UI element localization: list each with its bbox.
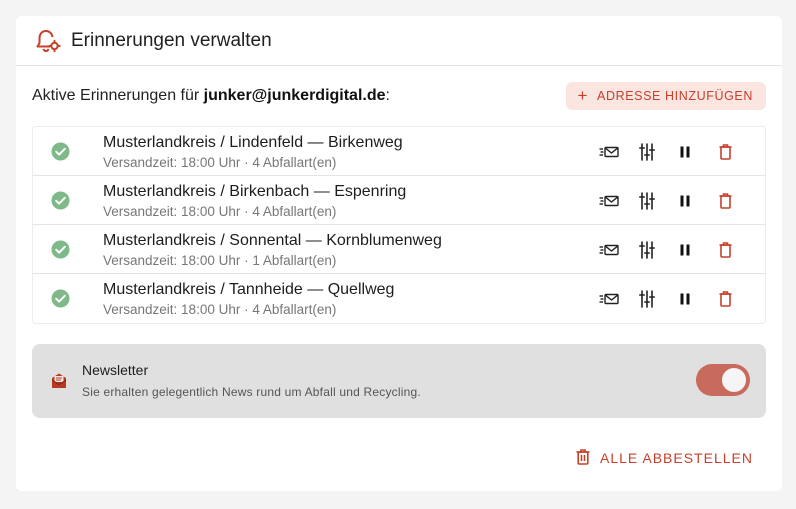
check-circle-icon [51, 240, 70, 259]
newsletter-panel: Newsletter Sie erhalten gelegentlich New… [32, 344, 766, 418]
settings-sliders-icon[interactable] [639, 240, 679, 260]
send-mail-icon[interactable] [599, 191, 639, 211]
trash-icon[interactable] [719, 289, 759, 309]
check-circle-icon [51, 289, 70, 308]
list-item: Musterlandkreis / Sonnental — Kornblumen… [33, 225, 765, 274]
trash-icon[interactable] [719, 142, 759, 162]
settings-sliders-icon[interactable] [639, 191, 679, 211]
pause-icon[interactable] [679, 142, 719, 162]
card-header: Erinnerungen verwalten [16, 16, 782, 66]
toggle-knob [722, 368, 746, 392]
reminder-actions [599, 191, 759, 211]
active-prefix: Aktive Erinnerungen für [32, 87, 204, 104]
reminder-title: Musterlandkreis / Birkenbach — Espenring [103, 183, 407, 200]
pause-icon[interactable] [679, 191, 719, 211]
newsletter-description: Sie erhalten gelegentlich News rund um A… [82, 385, 421, 399]
trash-icon [576, 448, 590, 468]
active-suffix: : [385, 87, 390, 104]
plus-icon: + [577, 85, 589, 105]
send-mail-icon[interactable] [599, 240, 639, 260]
settings-sliders-icon[interactable] [639, 142, 679, 162]
reminder-title: Musterlandkreis / Tannheide — Quellweg [103, 281, 395, 298]
send-mail-icon[interactable] [599, 289, 639, 309]
reminder-subtitle: Versandzeit: 18:00 Uhr · 4 Abfallart(en) [103, 302, 337, 317]
unsubscribe-all-label: ALLE ABBESTELLEN [600, 450, 753, 466]
add-address-label: ADRESSE HINZUFÜGEN [597, 89, 753, 103]
list-item: Musterlandkreis / Lindenfeld — Birkenweg… [33, 127, 765, 176]
bell-gear-icon [34, 27, 62, 55]
add-address-button[interactable]: + ADRESSE HINZUFÜGEN [565, 82, 766, 110]
newsletter-toggle[interactable] [696, 364, 750, 396]
send-mail-icon[interactable] [599, 142, 639, 162]
active-reminders-text: Aktive Erinnerungen für junker@junkerdig… [32, 87, 390, 105]
reminder-list: Musterlandkreis / Lindenfeld — Birkenweg… [32, 126, 766, 324]
settings-sliders-icon[interactable] [639, 289, 679, 309]
newsletter-icon [50, 372, 68, 390]
list-item: Musterlandkreis / Tannheide — Quellweg V… [33, 274, 765, 323]
reminder-subtitle: Versandzeit: 18:00 Uhr · 4 Abfallart(en) [103, 204, 337, 219]
reminders-card: Erinnerungen verwalten Aktive Erinnerung… [16, 16, 782, 491]
reminder-actions [599, 240, 759, 260]
reminder-actions [599, 289, 759, 309]
check-circle-icon [51, 142, 70, 161]
pause-icon[interactable] [679, 289, 719, 309]
trash-icon[interactable] [719, 240, 759, 260]
reminder-actions [599, 142, 759, 162]
list-item: Musterlandkreis / Birkenbach — Espenring… [33, 176, 765, 225]
trash-icon[interactable] [719, 191, 759, 211]
page-title: Erinnerungen verwalten [71, 29, 272, 51]
reminder-title: Musterlandkreis / Sonnental — Kornblumen… [103, 232, 442, 249]
pause-icon[interactable] [679, 240, 719, 260]
account-email: junker@junkerdigital.de [203, 87, 386, 104]
reminder-subtitle: Versandzeit: 18:00 Uhr · 1 Abfallart(en) [103, 253, 337, 268]
unsubscribe-all-button[interactable]: ALLE ABBESTELLEN [576, 446, 753, 470]
active-reminders-row: Aktive Erinnerungen für junker@junkerdig… [32, 82, 766, 110]
reminder-title: Musterlandkreis / Lindenfeld — Birkenweg [103, 134, 403, 151]
check-circle-icon [51, 191, 70, 210]
reminder-subtitle: Versandzeit: 18:00 Uhr · 4 Abfallart(en) [103, 155, 337, 170]
newsletter-title: Newsletter [82, 362, 149, 378]
